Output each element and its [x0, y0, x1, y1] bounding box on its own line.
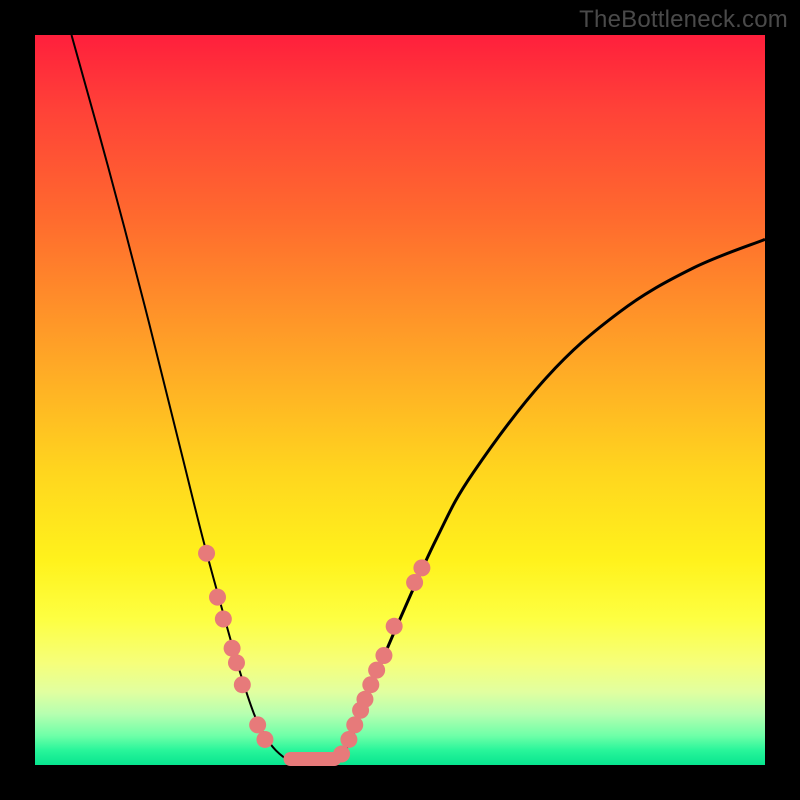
- highlight-dot: [249, 716, 266, 733]
- highlight-dots-right: [333, 559, 430, 762]
- curve-layer: [35, 35, 765, 765]
- highlight-dot: [375, 647, 392, 664]
- highlight-dots-left: [198, 545, 273, 748]
- watermark-text: TheBottleneck.com: [579, 6, 788, 34]
- highlight-dot: [406, 574, 423, 591]
- highlight-dot: [333, 746, 350, 763]
- highlight-dot: [228, 654, 245, 671]
- right-curve: [334, 239, 765, 765]
- left-curve: [72, 35, 306, 765]
- highlight-dot: [234, 676, 251, 693]
- plot-area: [35, 35, 765, 765]
- highlight-dot: [215, 611, 232, 628]
- highlight-dot: [209, 589, 226, 606]
- highlight-dot: [224, 640, 241, 657]
- highlight-dot: [413, 559, 430, 576]
- highlight-dot: [256, 731, 273, 748]
- highlight-dot: [356, 691, 373, 708]
- highlight-dot: [386, 618, 403, 635]
- highlight-dot: [362, 676, 379, 693]
- chart-frame: TheBottleneck.com: [0, 0, 800, 800]
- highlight-dot: [198, 545, 215, 562]
- highlight-dot: [368, 662, 385, 679]
- highlight-dot: [346, 716, 363, 733]
- highlight-dot: [340, 731, 357, 748]
